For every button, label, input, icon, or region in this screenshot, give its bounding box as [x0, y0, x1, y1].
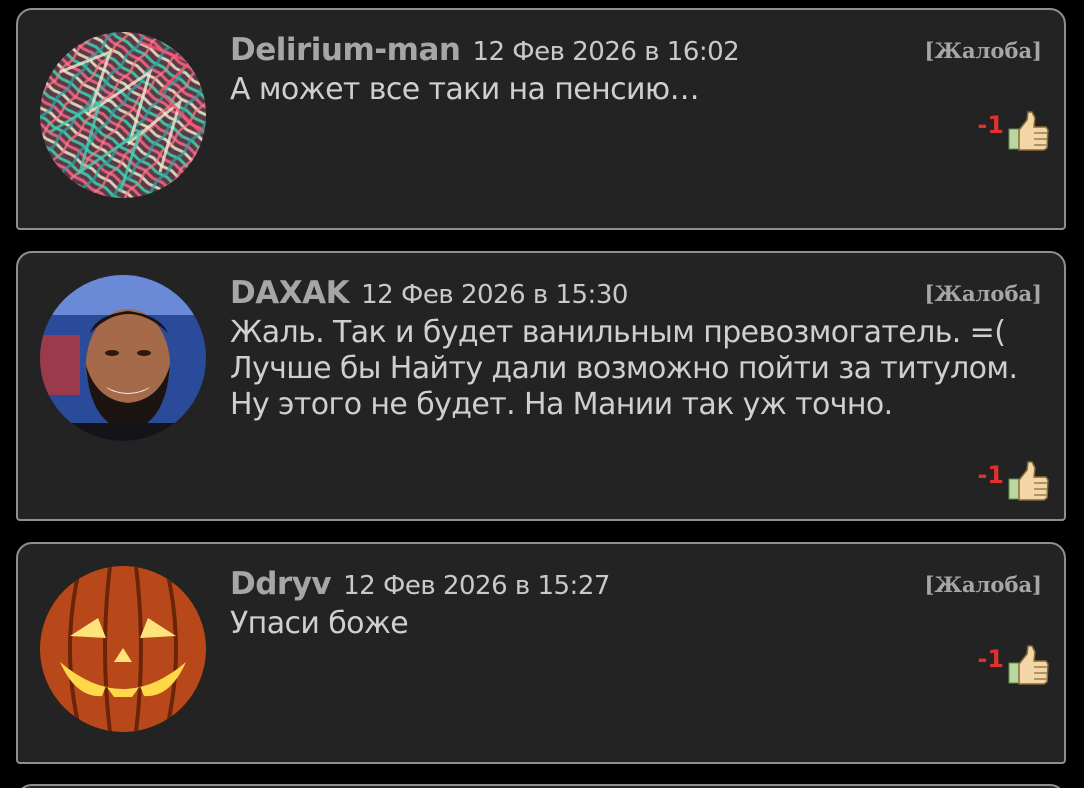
pumpkin-avatar[interactable]	[40, 566, 206, 732]
score: -1	[977, 645, 1004, 673]
timestamp: 12 Фев 2026 в 15:30	[361, 280, 628, 310]
comment-text: Упаси боже	[230, 606, 409, 641]
report-link[interactable]: [Жалоба]	[925, 572, 1042, 597]
comment-header: Delirium-man 12 Фев 2026 в 16:02	[230, 32, 740, 72]
comment-card: Ddryv 12 Фев 2026 в 15:27 [Жалоба] Упаси…	[16, 542, 1066, 764]
username[interactable]: Delirium-man	[230, 32, 461, 68]
thumbs-up-icon[interactable]	[1008, 460, 1050, 502]
comment-card-partial	[16, 784, 1066, 788]
wrestler-photo-avatar[interactable]	[40, 275, 206, 441]
timestamp: 12 Фев 2026 в 16:02	[472, 37, 740, 67]
score: -1	[977, 461, 1004, 489]
report-link[interactable]: [Жалоба]	[925, 38, 1042, 63]
report-link[interactable]: [Жалоба]	[925, 281, 1042, 306]
comment-text: Жаль. Так и будет ванильным превозмогате…	[230, 315, 1018, 422]
abstract-pattern-avatar[interactable]	[40, 32, 206, 198]
thumbs-up-icon[interactable]	[1008, 110, 1050, 152]
rating: -1	[977, 110, 1050, 152]
username[interactable]: DAXAK	[230, 275, 350, 311]
rating: -1	[977, 644, 1050, 686]
username[interactable]: Ddryv	[230, 566, 332, 602]
comment-feed: Delirium-man 12 Фев 2026 в 16:02 [Жалоба…	[0, 0, 1084, 788]
thumbs-up-icon[interactable]	[1008, 644, 1050, 686]
comment-card: Delirium-man 12 Фев 2026 в 16:02 [Жалоба…	[16, 8, 1066, 230]
score: -1	[977, 111, 1004, 139]
comment-header: DAXAK 12 Фев 2026 в 15:30	[230, 275, 628, 315]
comment-header: Ddryv 12 Фев 2026 в 15:27	[230, 566, 610, 606]
rating: -1	[977, 460, 1050, 502]
timestamp: 12 Фев 2026 в 15:27	[343, 571, 610, 601]
comment-text: А может все таки на пенсию…	[230, 72, 700, 107]
comment-card: DAXAK 12 Фев 2026 в 15:30 [Жалоба] Жаль.…	[16, 251, 1066, 521]
